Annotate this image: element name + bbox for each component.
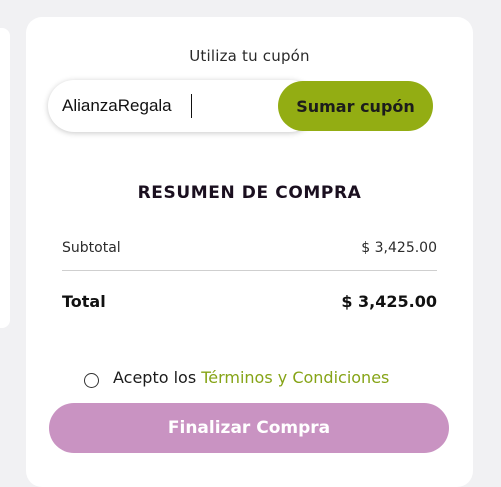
- coupon-form: Sumar cupón: [48, 80, 434, 132]
- terms-radio[interactable]: [84, 372, 99, 388]
- subtotal-row: Subtotal $ 3,425.00: [62, 237, 437, 259]
- coupon-title: Utiliza tu cupón: [189, 47, 310, 65]
- terms-row: Acepto los Términos y Condiciones: [84, 365, 389, 389]
- coupon-input-container[interactable]: [48, 80, 316, 132]
- finalize-purchase-button[interactable]: Finalizar Compra: [49, 403, 449, 453]
- text-caret: [191, 94, 192, 118]
- summary-divider: [62, 270, 437, 271]
- add-coupon-button[interactable]: Sumar cupón: [278, 81, 433, 131]
- terms-link[interactable]: Términos y Condiciones: [201, 368, 389, 387]
- terms-text: Acepto los: [113, 367, 197, 387]
- checkout-summary-card: Utiliza tu cupón Sumar cupón RESUMEN DE …: [26, 17, 473, 487]
- total-label: Total: [62, 291, 106, 311]
- subtotal-value: $ 3,425.00: [361, 240, 437, 256]
- subtotal-label: Subtotal: [62, 240, 121, 256]
- total-row: Total $ 3,425.00: [62, 289, 437, 313]
- total-value: $ 3,425.00: [341, 291, 437, 311]
- adjacent-card-edge: [0, 28, 10, 328]
- coupon-input[interactable]: [62, 92, 282, 120]
- summary-title: RESUMEN DE COMPRA: [137, 183, 362, 203]
